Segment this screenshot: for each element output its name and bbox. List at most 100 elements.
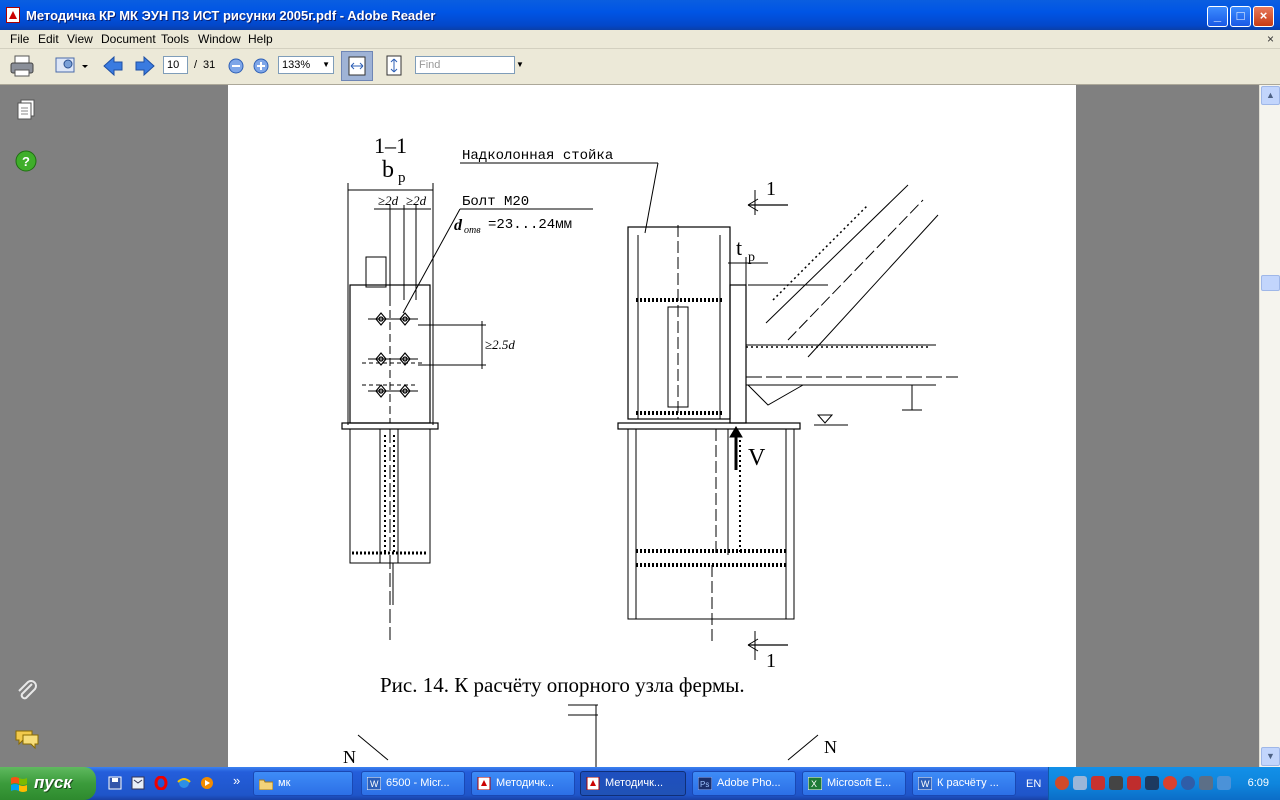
- title-bar: Методичка КР МК ЭУН ПЗ ИСТ рисунки 2005г…: [0, 0, 1280, 30]
- task-word-k-raschetu[interactable]: W К расчёту ...: [912, 771, 1016, 796]
- media-player-icon[interactable]: [200, 776, 214, 790]
- word-icon: W: [918, 777, 932, 790]
- clock[interactable]: 6:09: [1248, 777, 1269, 789]
- figure-caption: Рис. 14. К расчёту опорного узла фермы.: [380, 673, 745, 697]
- page-separator: /: [194, 59, 198, 71]
- scroll-up-button[interactable]: ▲: [1261, 86, 1280, 105]
- hole-value: =23...24мм: [488, 217, 572, 233]
- tray-security-icon[interactable]: [1109, 776, 1123, 790]
- zoom-select[interactable]: 133% ▼: [278, 56, 334, 74]
- page-number-input[interactable]: 10: [163, 56, 188, 74]
- taskbar: пуск » мк W 6500 - Micr... Методичк... М…: [0, 767, 1280, 800]
- task-word-document[interactable]: W 6500 - Micr...: [361, 771, 465, 796]
- comments-icon[interactable]: [14, 728, 40, 750]
- word-icon: W: [367, 777, 381, 790]
- chevron-down-icon: ▼: [322, 60, 330, 69]
- find-input[interactable]: Find: [415, 56, 515, 74]
- svg-text:X: X: [811, 779, 817, 789]
- scroll-thumb[interactable]: [1261, 275, 1280, 291]
- width-label: b: [382, 157, 394, 183]
- windows-logo-icon: [11, 777, 27, 792]
- internet-explorer-icon[interactable]: [177, 776, 191, 790]
- svg-text:W: W: [370, 779, 379, 789]
- force-n-left: N: [343, 747, 356, 767]
- task-reader-methodichka-2[interactable]: Методичк...: [580, 771, 686, 796]
- fit-page-icon[interactable]: [383, 54, 405, 78]
- svg-text:Ps: Ps: [700, 780, 709, 789]
- section-label: 1–1: [374, 133, 407, 158]
- menu-file[interactable]: File: [10, 32, 29, 46]
- adobe-reader-icon: [6, 7, 20, 23]
- task-excel[interactable]: X Microsoft E...: [802, 771, 906, 796]
- opera-icon[interactable]: [154, 776, 168, 790]
- email-icon[interactable]: [54, 55, 90, 77]
- support-reaction-label: V: [748, 445, 766, 471]
- vertical-spacing-label: ≥2.5d: [485, 337, 515, 352]
- toolbar: 10 / 31 133% ▼ Find ▼: [0, 49, 1280, 85]
- excel-icon: X: [808, 777, 822, 790]
- menu-edit[interactable]: Edit: [38, 32, 59, 46]
- menu-document[interactable]: Document: [101, 32, 156, 46]
- attachments-icon[interactable]: [15, 679, 39, 703]
- menu-window[interactable]: Window: [198, 32, 241, 46]
- task-photoshop[interactable]: Ps Adobe Pho...: [692, 771, 796, 796]
- document-view[interactable]: 1–1 b p ≥2d ≥2d ≥2.5d Болт М20 d отв =23…: [52, 85, 1259, 767]
- start-label: пуск: [34, 773, 72, 792]
- print-icon[interactable]: [10, 55, 34, 77]
- bolt-label: Болт М20: [462, 194, 529, 210]
- menu-view[interactable]: View: [67, 32, 93, 46]
- task-folder-mk[interactable]: мк: [253, 771, 353, 796]
- find-dropdown-icon[interactable]: ▼: [516, 60, 524, 69]
- menu-bar: File Edit View Document Tools Window Hel…: [0, 30, 1280, 49]
- tray-signal-icon[interactable]: [1145, 776, 1159, 790]
- outlook-icon[interactable]: [131, 776, 145, 790]
- save-icon[interactable]: [108, 776, 122, 790]
- photoshop-icon: Ps: [698, 777, 712, 790]
- tray-update-icon[interactable]: [1181, 776, 1195, 790]
- truss-support-node-drawing: 1–1 b p ≥2d ≥2d ≥2.5d Болт М20 d отв =23…: [341, 133, 958, 767]
- vertical-scrollbar[interactable]: ▲ ▼: [1259, 85, 1280, 767]
- tray-expand-icon[interactable]: [1055, 776, 1069, 790]
- system-tray: 6:09: [1048, 767, 1280, 800]
- pages-icon[interactable]: [16, 99, 36, 121]
- maximize-button[interactable]: □: [1230, 6, 1251, 27]
- scroll-down-button[interactable]: ▼: [1261, 747, 1280, 766]
- section-view: 1–1 b p ≥2d ≥2d ≥2.5d Болт М20 d отв =23…: [341, 133, 593, 640]
- quicklaunch-more[interactable]: »: [233, 773, 240, 788]
- bolt-spacing-a: ≥2d: [378, 193, 399, 208]
- hole-symbol: d: [454, 217, 463, 234]
- zoom-in-icon[interactable]: [253, 58, 269, 74]
- tray-network-icon[interactable]: [1073, 776, 1087, 790]
- column-label: Надколонная стойка: [462, 147, 613, 164]
- next-figure-partial: N N: [343, 704, 837, 767]
- document-close-button[interactable]: ×: [1267, 32, 1274, 46]
- menu-tools[interactable]: Tools: [161, 32, 189, 46]
- next-page-icon[interactable]: [134, 55, 156, 77]
- section-mark-bottom: 1: [766, 650, 776, 672]
- tray-connection-icon[interactable]: [1217, 776, 1231, 790]
- start-button[interactable]: пуск: [0, 767, 96, 800]
- section-mark-top: 1: [766, 178, 776, 200]
- tray-flag-icon[interactable]: [1127, 776, 1141, 790]
- task-reader-methodichka-1[interactable]: Методичк...: [471, 771, 575, 796]
- zoom-value: 133%: [282, 59, 311, 71]
- folder-icon: [259, 779, 273, 790]
- zoom-out-icon[interactable]: [228, 58, 244, 74]
- tray-app-icon[interactable]: [1163, 776, 1177, 790]
- minimize-button[interactable]: _: [1207, 6, 1228, 27]
- svg-text:?: ?: [22, 154, 30, 169]
- close-button[interactable]: ×: [1253, 6, 1274, 27]
- language-indicator[interactable]: EN: [1026, 778, 1041, 790]
- tray-antivirus-icon[interactable]: [1091, 776, 1105, 790]
- pdf-icon: [477, 777, 491, 790]
- menu-help[interactable]: Help: [248, 32, 273, 46]
- navigation-pane: ?: [0, 85, 52, 767]
- previous-page-icon[interactable]: [102, 55, 124, 77]
- help-icon[interactable]: ?: [15, 150, 37, 172]
- fit-width-button[interactable]: [341, 51, 373, 81]
- force-n-right: N: [824, 737, 837, 757]
- page-total: 31: [203, 59, 216, 71]
- width-subscript: p: [398, 170, 406, 186]
- tray-display-icon[interactable]: [1199, 776, 1213, 790]
- svg-text:W: W: [921, 779, 930, 789]
